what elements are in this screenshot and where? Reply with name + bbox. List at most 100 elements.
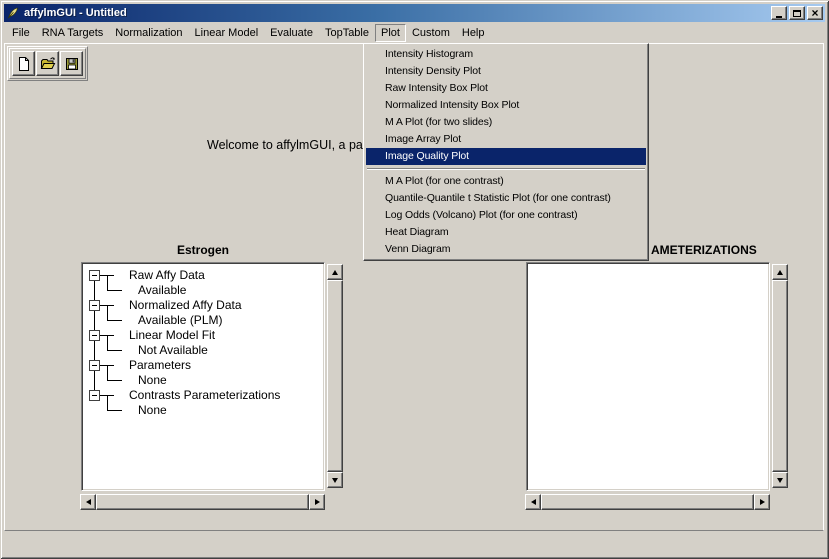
app-window: affylmGUI - Untitled × File RNA Targets … — [0, 0, 829, 559]
new-file-icon — [16, 56, 32, 72]
title-bar[interactable]: affylmGUI - Untitled × — [4, 4, 825, 22]
menu-item-venn-diagram[interactable]: Venn Diagram — [366, 241, 646, 258]
close-button[interactable]: × — [807, 6, 823, 20]
menubar-item-linear-model[interactable]: Linear Model — [189, 24, 265, 42]
vscroll-thumb[interactable] — [772, 280, 788, 472]
menu-item-ma-plot-one-contrast[interactable]: M A Plot (for one contrast) — [366, 173, 646, 190]
menubar-item-help[interactable]: Help — [456, 24, 491, 42]
contrasts-listbox[interactable] — [526, 262, 770, 491]
maximize-button[interactable] — [789, 6, 805, 20]
left-panel-title: Estrogen — [81, 243, 325, 257]
vscroll-down-button[interactable] — [327, 472, 343, 488]
hscroll-left-button[interactable] — [80, 494, 96, 510]
right-vertical-scrollbar[interactable] — [772, 264, 788, 488]
menubar-item-rna-targets[interactable]: RNA Targets — [36, 24, 110, 42]
menu-item-raw-intensity-box-plot[interactable]: Raw Intensity Box Plot — [366, 80, 646, 97]
tree-item-label[interactable]: Normalized Affy Data — [129, 298, 242, 313]
menu-item-log-odds-volcano-plot[interactable]: Log Odds (Volcano) Plot (for one contras… — [366, 207, 646, 224]
window-title: affylmGUI - Untitled — [24, 7, 771, 19]
hscroll-left-button[interactable] — [525, 494, 541, 510]
menu-bar: File RNA Targets Normalization Linear Mo… — [4, 22, 825, 43]
toolbar-inner — [9, 48, 86, 79]
triangle-left-icon — [86, 499, 91, 505]
status-tree: Raw Affy Data Available Normalized Affy … — [85, 265, 322, 488]
hscroll-thumb[interactable] — [96, 494, 309, 510]
tree-line — [107, 290, 122, 291]
vscroll-thumb[interactable] — [327, 280, 343, 472]
hscroll-thumb[interactable] — [541, 494, 754, 510]
tree-line — [107, 335, 108, 351]
tree-line — [107, 350, 122, 351]
menu-item-normalized-intensity-box-plot[interactable]: Normalized Intensity Box Plot — [366, 97, 646, 114]
open-folder-icon — [40, 56, 56, 72]
tree-item-status[interactable]: Available — [138, 283, 186, 298]
tree-item-label[interactable]: Linear Model Fit — [129, 328, 215, 343]
tree-expander-icon[interactable] — [89, 270, 100, 281]
tree-node-normalized-affy-data[interactable]: Normalized Affy Data Available (PLM) — [85, 298, 322, 328]
tree-node-raw-affy-data[interactable]: Raw Affy Data Available — [85, 268, 322, 298]
tree-item-status[interactable]: Not Available — [138, 343, 208, 358]
menubar-item-plot[interactable]: Plot — [375, 24, 406, 42]
maximize-icon — [793, 10, 801, 17]
menu-item-qq-t-statistic-plot[interactable]: Quantile-Quantile t Statistic Plot (for … — [366, 190, 646, 207]
tree-item-status[interactable]: None — [138, 403, 167, 418]
menubar-item-toptable[interactable]: TopTable — [319, 24, 375, 42]
menu-item-intensity-histogram[interactable]: Intensity Histogram — [366, 46, 646, 63]
tree-expander-icon[interactable] — [89, 360, 100, 371]
menubar-item-custom[interactable]: Custom — [406, 24, 456, 42]
tree-expander-icon[interactable] — [89, 330, 100, 341]
save-floppy-icon — [64, 56, 80, 72]
tree-item-label[interactable]: Raw Affy Data — [129, 268, 205, 283]
tree-expander-icon[interactable] — [89, 390, 100, 401]
triangle-left-icon — [531, 499, 536, 505]
left-vertical-scrollbar[interactable] — [327, 264, 343, 488]
left-horizontal-scrollbar[interactable] — [80, 494, 325, 510]
minimize-button[interactable] — [771, 6, 787, 20]
tree-node-parameters[interactable]: Parameters None — [85, 358, 322, 388]
vscroll-down-button[interactable] — [772, 472, 788, 488]
tree-line — [107, 365, 108, 381]
tree-node-linear-model-fit[interactable]: Linear Model Fit Not Available — [85, 328, 322, 358]
menubar-item-evaluate[interactable]: Evaluate — [264, 24, 319, 42]
feather-icon — [6, 6, 20, 20]
triangle-up-icon — [777, 270, 783, 275]
menu-item-ma-plot-two-slides[interactable]: M A Plot (for two slides) — [366, 114, 646, 131]
tree-item-label[interactable]: Contrasts Parameterizations — [129, 388, 280, 403]
tree-line — [107, 380, 122, 381]
tree-line — [107, 410, 122, 411]
tree-item-status[interactable]: None — [138, 373, 167, 388]
tree-line — [107, 275, 108, 291]
minimize-icon — [776, 16, 782, 18]
right-panel-title: AMETERIZATIONS — [651, 243, 757, 257]
triangle-down-icon — [332, 478, 338, 483]
tree-item-label[interactable]: Parameters — [129, 358, 191, 373]
tree-expander-icon[interactable] — [89, 300, 100, 311]
tree-line — [107, 395, 108, 411]
save-file-button[interactable] — [60, 51, 83, 76]
menu-item-intensity-density-plot[interactable]: Intensity Density Plot — [366, 63, 646, 80]
tree-item-status[interactable]: Available (PLM) — [138, 313, 222, 328]
menu-item-heat-diagram[interactable]: Heat Diagram — [366, 224, 646, 241]
menu-item-image-quality-plot[interactable]: Image Quality Plot — [366, 148, 646, 165]
new-file-button[interactable] — [12, 51, 35, 76]
close-icon: × — [811, 7, 818, 19]
titlebar-buttons: × — [771, 6, 823, 20]
triangle-right-icon — [760, 499, 765, 505]
menubar-item-file[interactable]: File — [6, 24, 36, 42]
vscroll-up-button[interactable] — [327, 264, 343, 280]
vscroll-up-button[interactable] — [772, 264, 788, 280]
estrogen-tree-listbox[interactable]: Raw Affy Data Available Normalized Affy … — [81, 262, 325, 491]
triangle-up-icon — [332, 270, 338, 275]
right-horizontal-scrollbar[interactable] — [525, 494, 770, 510]
hscroll-right-button[interactable] — [754, 494, 770, 510]
tree-line — [107, 305, 108, 321]
triangle-down-icon — [777, 478, 783, 483]
menu-item-image-array-plot[interactable]: Image Array Plot — [366, 131, 646, 148]
triangle-right-icon — [315, 499, 320, 505]
open-file-button[interactable] — [36, 51, 59, 76]
welcome-text: Welcome to affylmGUI, a pa — [207, 138, 363, 152]
menu-separator — [367, 168, 645, 170]
tree-node-contrasts-parameterizations[interactable]: Contrasts Parameterizations None — [85, 388, 322, 418]
hscroll-right-button[interactable] — [309, 494, 325, 510]
menubar-item-normalization[interactable]: Normalization — [109, 24, 188, 42]
